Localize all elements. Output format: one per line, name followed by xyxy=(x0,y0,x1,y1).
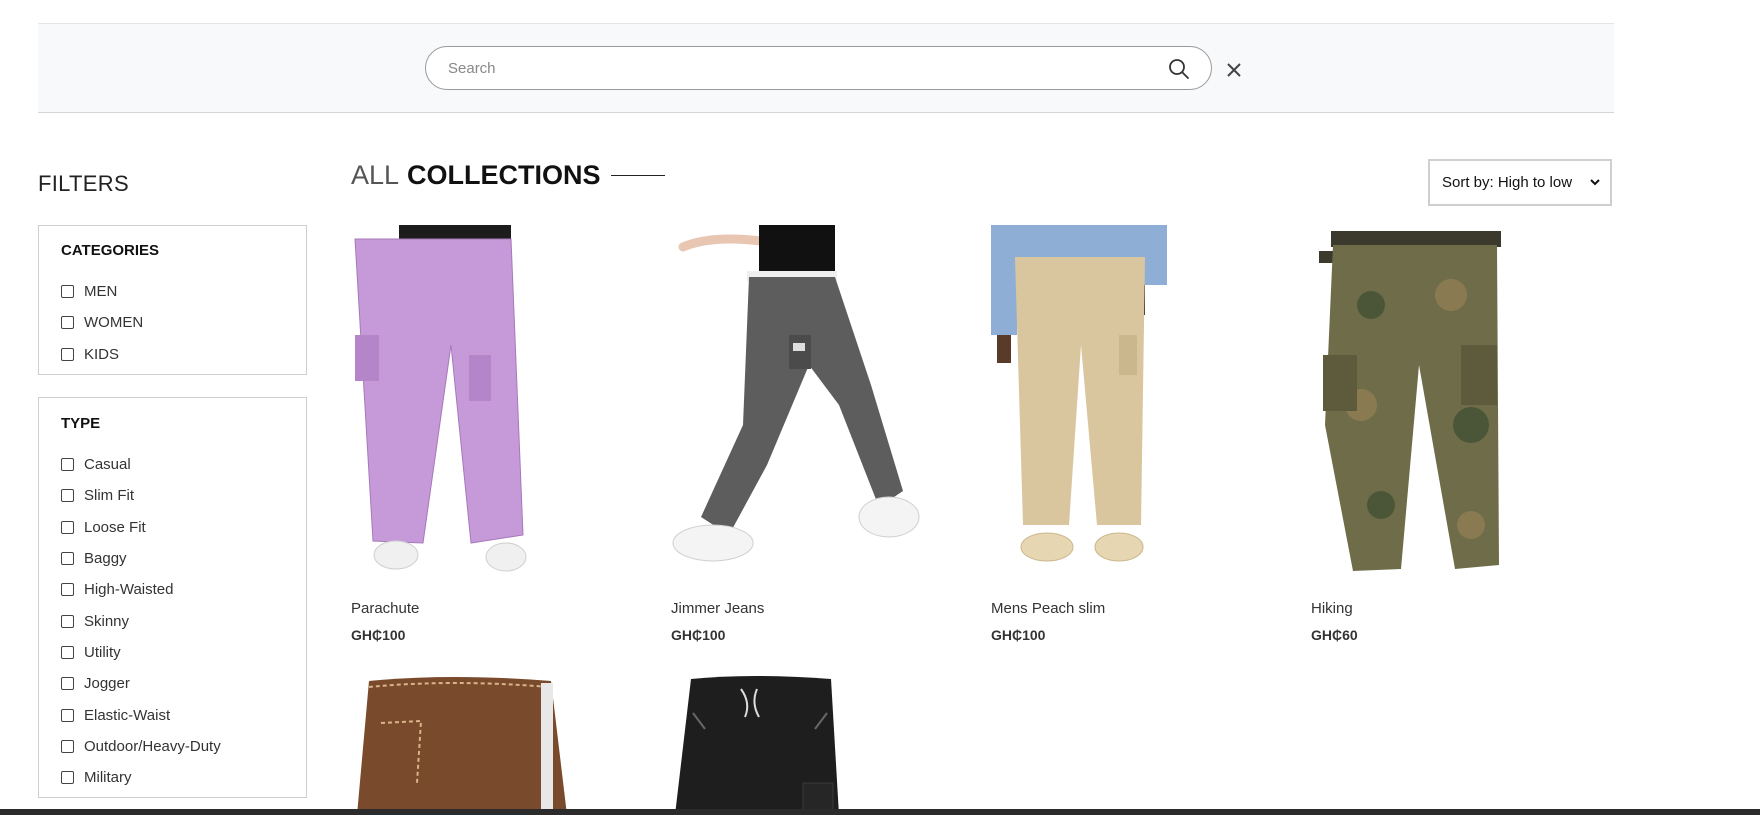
type-loose-fit[interactable]: Loose Fit xyxy=(61,512,221,543)
type-jogger[interactable]: Jogger xyxy=(61,668,221,699)
checkbox[interactable] xyxy=(61,645,74,659)
checkbox[interactable] xyxy=(61,708,74,722)
title-rule xyxy=(610,175,665,176)
product-image[interactable] xyxy=(1311,225,1597,583)
product-price: GH₵60 xyxy=(1311,627,1358,643)
type-list: Casual Slim Fit Loose Fit Baggy High-Wai… xyxy=(61,449,221,793)
type-high-waisted[interactable]: High-Waisted xyxy=(61,574,221,605)
checkbox[interactable] xyxy=(61,285,74,299)
filters-title: FILTERS xyxy=(38,171,129,196)
category-men[interactable]: MEN xyxy=(61,276,143,307)
product-image[interactable] xyxy=(991,225,1277,583)
category-women[interactable]: WOMEN xyxy=(61,307,143,338)
product-image[interactable] xyxy=(671,673,957,815)
categories-heading: CATEGORIES xyxy=(61,242,160,259)
collections-title-bold: COLLECTIONS xyxy=(407,160,601,190)
product-name[interactable]: Hiking xyxy=(1311,600,1353,617)
chevron-down-icon xyxy=(1590,179,1600,186)
categories-filter: CATEGORIES MEN WOMEN KIDS xyxy=(38,225,307,375)
product-image[interactable] xyxy=(671,225,957,583)
product-price: GH₵100 xyxy=(991,627,1046,643)
type-slim-fit[interactable]: Slim Fit xyxy=(61,480,221,511)
type-utility[interactable]: Utility xyxy=(61,637,221,668)
collections-title: ALL COLLECTIONS xyxy=(351,160,665,191)
checkbox[interactable] xyxy=(61,458,74,472)
search-input[interactable] xyxy=(448,47,1128,89)
type-casual[interactable]: Casual xyxy=(61,449,221,480)
checkbox[interactable] xyxy=(61,552,74,566)
bottom-edge xyxy=(0,809,1760,815)
collections-title-light: ALL xyxy=(351,160,400,190)
checkbox[interactable] xyxy=(61,739,74,753)
product-price: GH₵100 xyxy=(351,627,406,643)
checkbox[interactable] xyxy=(61,677,74,691)
product-name[interactable]: Mens Peach slim xyxy=(991,600,1105,617)
categories-list: MEN WOMEN KIDS xyxy=(61,276,143,370)
product-image[interactable] xyxy=(351,225,637,583)
sort-select-value: Sort by: High to low xyxy=(1442,174,1573,191)
type-heading: TYPE xyxy=(61,415,101,432)
checkbox[interactable] xyxy=(61,771,74,785)
product-name[interactable]: Jimmer Jeans xyxy=(671,600,764,617)
sort-select[interactable]: Sort by: High to low xyxy=(1428,159,1612,206)
type-filter: TYPE Casual Slim Fit Loose Fit Baggy Hig… xyxy=(38,397,307,798)
type-outdoor-heavy-duty[interactable]: Outdoor/Heavy-Duty xyxy=(61,731,221,762)
checkbox[interactable] xyxy=(61,347,74,361)
type-elastic-waist[interactable]: Elastic-Waist xyxy=(61,699,221,730)
checkbox[interactable] xyxy=(61,520,74,534)
checkbox[interactable] xyxy=(61,614,74,628)
search-icon[interactable] xyxy=(1167,57,1191,81)
checkbox[interactable] xyxy=(61,583,74,597)
type-military[interactable]: Military xyxy=(61,762,221,793)
search-bar xyxy=(38,23,1614,113)
product-price: GH₵100 xyxy=(671,627,726,643)
type-skinny[interactable]: Skinny xyxy=(61,605,221,636)
category-kids[interactable]: KIDS xyxy=(61,339,143,370)
checkbox[interactable] xyxy=(61,316,74,330)
search-box[interactable] xyxy=(425,46,1212,90)
product-image[interactable] xyxy=(351,673,637,815)
close-icon[interactable] xyxy=(1222,58,1246,82)
product-name[interactable]: Parachute xyxy=(351,600,419,617)
checkbox[interactable] xyxy=(61,489,74,503)
type-baggy[interactable]: Baggy xyxy=(61,543,221,574)
